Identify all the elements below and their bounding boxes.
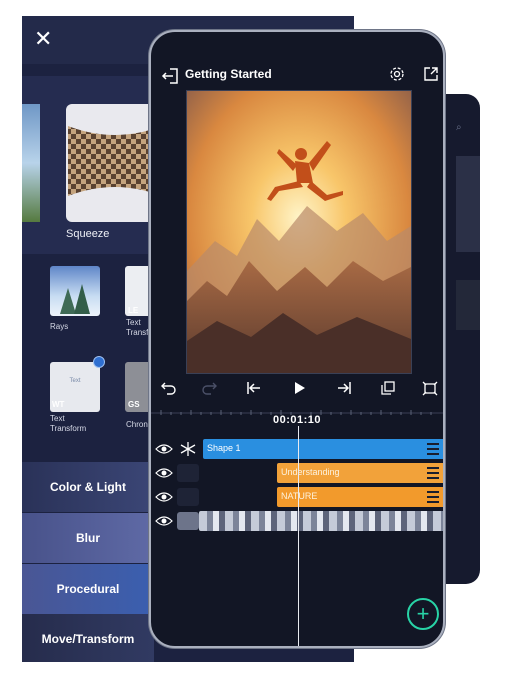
track-clip-video[interactable] [199, 511, 443, 531]
play-icon[interactable] [291, 380, 307, 401]
effect-tag: LE [128, 306, 139, 315]
close-icon[interactable]: ✕ [34, 28, 52, 50]
eye-icon[interactable] [155, 442, 173, 461]
effect-rays-label: Rays [50, 322, 69, 331]
track-clip-nature[interactable]: NATURE [277, 487, 443, 507]
effect-chron-label: Chron [126, 420, 148, 429]
clip-label: Shape 1 [207, 443, 241, 453]
crop-icon[interactable] [421, 380, 439, 401]
redo-icon[interactable] [201, 380, 219, 401]
drag-handle-icon[interactable] [427, 443, 439, 455]
drag-handle-icon[interactable] [427, 467, 439, 479]
search-icon: ⌕ [456, 122, 462, 133]
timecode: 00:01:10 [272, 414, 322, 426]
squeeze-label: Squeeze [66, 228, 110, 240]
gear-icon[interactable] [389, 66, 405, 87]
track-clip-shape[interactable]: Shape 1 [203, 439, 443, 459]
exit-icon[interactable] [161, 68, 179, 89]
background-panel: ⌕ [446, 94, 480, 584]
playback-toolbar [151, 374, 443, 402]
effect-rays-thumbnail[interactable] [50, 266, 100, 316]
plus-icon[interactable]: + [407, 598, 439, 630]
duplicate-icon[interactable] [379, 380, 397, 401]
category-label: Move/Transform [41, 632, 135, 646]
track-row: Understanding [151, 462, 443, 484]
project-title[interactable]: Getting Started [185, 67, 272, 81]
category-color-light[interactable]: Color & Light [22, 462, 154, 512]
video-preview[interactable] [186, 90, 412, 374]
effect-text-transform-2-label: Text Transform [50, 414, 87, 433]
editor-window: Getting Started 00:01:10 Shape 1 Underst… [149, 30, 445, 648]
category-procedural[interactable]: Procedural [22, 564, 154, 614]
svg-text:Text: Text [69, 378, 80, 384]
clip-label: Understanding [281, 467, 340, 477]
share-icon[interactable] [423, 66, 439, 87]
undo-icon[interactable] [159, 380, 177, 401]
eye-icon[interactable] [155, 466, 173, 485]
effect-tag: WT [52, 400, 65, 409]
category-label: Color & Light [50, 480, 126, 494]
category-move-transform[interactable]: Move/Transform [22, 614, 154, 662]
track-row: NATURE [151, 486, 443, 508]
category-label: Blur [76, 531, 100, 545]
panel-thumbnail [456, 280, 480, 330]
track-clip-understanding[interactable]: Understanding [277, 463, 443, 483]
clip-label: NATURE [281, 491, 318, 501]
eye-icon[interactable] [155, 490, 173, 509]
skip-back-icon[interactable] [245, 380, 263, 401]
category-blur[interactable]: Blur [22, 513, 154, 563]
selected-badge [93, 356, 105, 368]
effect-thumbnail-partial[interactable] [22, 104, 40, 222]
text-layer-icon [177, 464, 199, 482]
video-layer-icon [177, 512, 199, 530]
snowflake-icon [177, 440, 199, 458]
track-row [151, 510, 443, 532]
category-label: Procedural [56, 582, 120, 596]
text-layer-icon [177, 488, 199, 506]
panel-thumbnail [456, 156, 480, 252]
drag-handle-icon[interactable] [427, 491, 439, 503]
eye-icon[interactable] [155, 514, 173, 533]
playhead[interactable] [298, 426, 299, 646]
track-row: Shape 1 [151, 438, 443, 460]
effect-tag: GS [128, 400, 140, 409]
skip-forward-icon[interactable] [335, 380, 353, 401]
